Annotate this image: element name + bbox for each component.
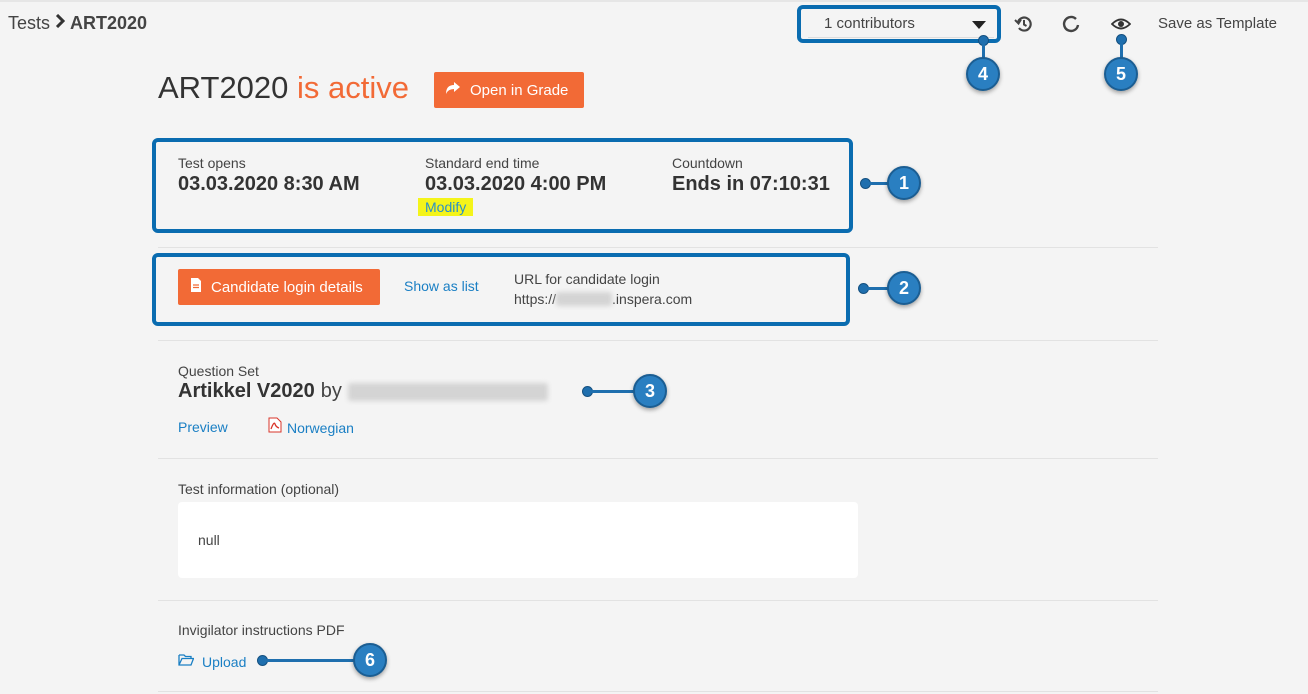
test-name: ART2020 [158,70,289,105]
test-info-value: null [198,532,220,548]
document-icon [190,278,202,296]
callout-line-6 [263,659,355,662]
test-info-field[interactable]: null [178,502,858,578]
url-suffix: .inspera.com [612,291,693,307]
countdown-label: Countdown [672,155,743,171]
callout-box-4 [797,5,1001,43]
chevron-right-icon [55,13,66,33]
end-time-value: 03.03.2020 4:00 PM [425,173,607,195]
breadcrumb-tests-link[interactable]: Tests [8,13,50,34]
callout-badge-6: 6 [353,643,387,677]
divider [158,247,1158,248]
show-as-list-link[interactable]: Show as list [404,278,479,294]
upload-link[interactable]: Upload [178,653,246,671]
test-info-label: Test information (optional) [178,481,340,497]
share-arrow-icon [445,81,461,99]
callout-badge-1: 1 [887,166,921,200]
callout-line-3 [588,390,634,393]
norwegian-label: Norwegian [287,419,354,436]
candidate-login-url: https:// .inspera.com [514,291,692,307]
divider [158,458,1158,459]
candidate-login-details-button[interactable]: Candidate login details [178,269,380,305]
callout-line-4 [982,40,985,58]
folder-open-icon [178,653,195,671]
callout-badge-3: 3 [633,374,667,408]
pdf-icon [267,417,283,438]
upload-label: Upload [202,654,247,670]
callout-line-5 [1120,40,1123,58]
url-label: URL for candidate login [514,271,660,287]
callout-badge-2: 2 [887,271,921,305]
top-border [0,0,1308,2]
invigilator-label: Invigilator instructions PDF [178,622,345,638]
question-set-by: by [320,380,342,402]
redacted-author [347,382,548,401]
end-time-label: Standard end time [425,155,540,171]
countdown-value: Ends in 07:10:31 [672,173,830,195]
open-in-grade-label: Open in Grade [470,81,569,99]
divider [158,340,1158,341]
open-in-grade-button[interactable]: Open in Grade [434,72,584,108]
divider [158,600,1158,601]
callout-line-1 [866,182,888,185]
breadcrumb-current: ART2020 [70,13,148,33]
test-opens-value: 03.03.2020 8:30 AM [178,173,360,195]
callout-badge-4: 4 [966,57,1000,91]
test-opens-label: Test opens [178,155,246,171]
test-status: is active [297,70,410,105]
breadcrumb: Tests ART2020 [8,13,147,34]
divider [158,691,1158,692]
question-set-name: Artikkel V2020 [178,380,315,402]
callout-line-2 [864,287,888,290]
norwegian-pdf-link[interactable]: Norwegian [267,417,354,438]
refresh-icon[interactable] [1061,14,1081,39]
page-title: ART2020 is active [158,70,409,106]
callout-badge-5: 5 [1104,57,1138,91]
candidate-login-details-label: Candidate login details [211,278,363,296]
url-prefix: https:// [514,291,557,307]
question-set-title: Artikkel V2020 by [178,380,548,403]
save-as-template-button[interactable]: Save as Template [1158,15,1277,32]
history-icon[interactable] [1014,14,1034,39]
question-set-label: Question Set [178,363,259,379]
modify-link[interactable]: Modify [418,198,474,216]
preview-link[interactable]: Preview [178,419,228,435]
redacted-subdomain [556,292,613,306]
